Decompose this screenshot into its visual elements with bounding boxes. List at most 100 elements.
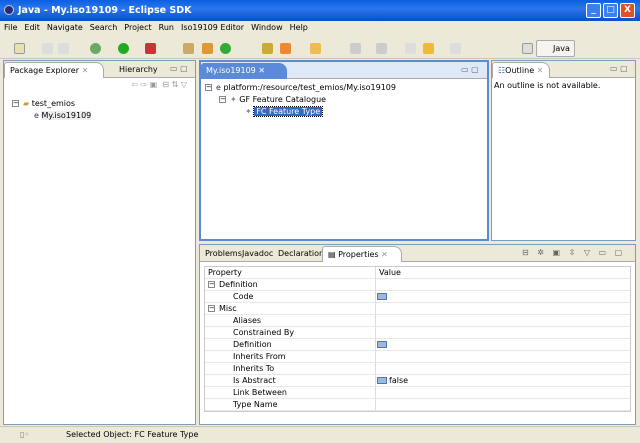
tab-outline[interactable]: ☷Outline ✕ xyxy=(492,62,550,78)
property-cell: Definition xyxy=(233,339,272,351)
property-cell: Code xyxy=(233,291,253,303)
tree-label: My.iso19109 xyxy=(41,111,92,120)
last-edit-icon[interactable] xyxy=(405,43,416,54)
property-cell: Constrained By xyxy=(233,327,294,339)
value-cell[interactable] xyxy=(377,339,389,351)
menu-help[interactable]: Help xyxy=(290,23,308,32)
table-row[interactable]: Link Between xyxy=(205,387,630,399)
table-row[interactable]: Type Name xyxy=(205,399,630,411)
editor-panel: My.iso19109 ✕ ▭ ▢ − e platform:/resource/… xyxy=(199,60,489,241)
menu-run[interactable]: Run xyxy=(159,23,174,32)
forward-icon[interactable] xyxy=(450,43,461,54)
menu-search[interactable]: Search xyxy=(90,23,117,32)
tab-label: Outline xyxy=(505,66,535,75)
open-type-icon[interactable] xyxy=(262,43,273,54)
property-cell: Is Abstract xyxy=(233,375,276,387)
menu-iso19109-editor[interactable]: Iso19109 Editor xyxy=(181,23,244,32)
open-perspective-icon[interactable] xyxy=(522,43,533,54)
tab-package-explorer[interactable]: Package Explorer ✕ xyxy=(4,62,104,78)
new-icon[interactable] xyxy=(14,43,25,54)
tree-label: test_emios xyxy=(31,99,76,108)
collapse-icon[interactable]: − xyxy=(208,281,215,288)
save-icon[interactable] xyxy=(42,43,53,54)
next-annotation-icon[interactable] xyxy=(350,43,361,54)
menu-edit[interactable]: Edit xyxy=(24,23,40,32)
close-icon[interactable]: ✕ xyxy=(82,66,89,75)
resource-icon: e xyxy=(216,83,221,92)
value-type-icon xyxy=(377,293,387,300)
collapse-icon[interactable]: − xyxy=(219,96,226,103)
minimize-view-icon[interactable]: ▭ ▢ xyxy=(170,64,188,73)
tab-properties[interactable]: ▤ Properties ✕ xyxy=(322,246,402,262)
property-label: Misc xyxy=(219,304,237,313)
table-row[interactable]: Inherits From xyxy=(205,351,630,363)
minimize-button[interactable]: _ xyxy=(586,3,601,18)
close-button[interactable]: X xyxy=(620,3,635,18)
table-row[interactable]: Is Abstract false xyxy=(205,375,630,387)
new-class-icon[interactable] xyxy=(220,43,231,54)
fast-view-icon[interactable]: ▯◦ xyxy=(20,430,29,439)
new-project-icon[interactable] xyxy=(183,43,194,54)
table-row[interactable]: − Misc xyxy=(205,303,630,315)
tree-item-test-emios[interactable]: − ▰ test_emios xyxy=(12,98,187,110)
column-header-property[interactable]: Property xyxy=(208,267,242,279)
prev-annotation-icon[interactable] xyxy=(376,43,387,54)
property-label: Definition xyxy=(219,280,258,289)
new-package-icon[interactable] xyxy=(202,43,213,54)
tab-hierarchy[interactable]: Hierarchy xyxy=(114,62,163,78)
window-title: Java - My.iso19109 - Eclipse SDK xyxy=(18,5,192,16)
properties-toolbar[interactable]: ⊟ ✲ ▣ ⇳ ▽ ▭ ▢ xyxy=(522,248,625,257)
status-bar: ▯◦ Selected Object: FC Feature Type xyxy=(0,426,640,443)
menu-navigate[interactable]: Navigate xyxy=(47,23,83,32)
tree-label: platform:/resource/test_emios/My.iso1910… xyxy=(223,83,396,92)
menu-window[interactable]: Window xyxy=(251,23,283,32)
property-cell: − Misc xyxy=(208,303,237,315)
menu-file[interactable]: File xyxy=(4,23,17,32)
java-perspective-button[interactable]: Java xyxy=(536,40,575,57)
maximize-button[interactable]: □ xyxy=(603,3,618,18)
property-label: Aliases xyxy=(233,316,262,325)
tab-my-iso19109[interactable]: My.iso19109 ✕ xyxy=(201,63,287,79)
back-icon[interactable] xyxy=(423,43,434,54)
close-icon[interactable]: ✕ xyxy=(258,66,265,75)
run-icon[interactable] xyxy=(118,43,129,54)
open-folder-icon[interactable] xyxy=(310,43,321,54)
minimize-view-icon[interactable]: ▭ ▢ xyxy=(461,65,479,74)
property-label: Definition xyxy=(233,340,272,349)
table-row[interactable]: Code xyxy=(205,291,630,303)
table-row[interactable]: Constrained By xyxy=(205,327,630,339)
value-cell[interactable]: false xyxy=(377,375,408,387)
property-label: Constrained By xyxy=(233,328,295,337)
table-header: Property Value xyxy=(205,267,630,279)
table-row[interactable]: − Definition xyxy=(205,279,630,291)
debug-icon[interactable] xyxy=(90,43,101,54)
tree-label: GF Feature Catalogue xyxy=(239,95,327,104)
value-cell[interactable] xyxy=(377,291,389,303)
external-tools-icon[interactable] xyxy=(145,43,156,54)
search-icon[interactable] xyxy=(280,43,291,54)
close-icon[interactable]: ✕ xyxy=(537,66,544,75)
print-icon[interactable] xyxy=(58,43,69,54)
package-explorer-panel: Package Explorer ✕ Hierarchy ▭ ▢ ⇦ ⇨ ▣ ⊟… xyxy=(3,60,196,425)
tree-item-root[interactable]: − e platform:/resource/test_emios/My.iso1… xyxy=(205,82,483,94)
tree-item-catalogue[interactable]: − ✦ GF Feature Catalogue xyxy=(205,94,483,106)
tree-item-my-iso19109[interactable]: e My.iso19109 xyxy=(12,110,187,122)
collapse-icon[interactable]: − xyxy=(208,305,215,312)
table-row[interactable]: Definition xyxy=(205,339,630,351)
close-icon[interactable]: ✕ xyxy=(381,250,388,259)
table-row[interactable]: Aliases xyxy=(205,315,630,327)
properties-table: Property Value − Definition Code − Misc Alias… xyxy=(204,266,631,412)
table-row[interactable]: Inherits To xyxy=(205,363,630,375)
column-header-value[interactable]: Value xyxy=(379,267,401,279)
property-cell: Inherits To xyxy=(233,363,274,375)
menu-project[interactable]: Project xyxy=(124,23,151,32)
collapse-icon[interactable]: − xyxy=(205,84,212,91)
property-label: Type Name xyxy=(233,400,278,409)
tab-declaration[interactable]: Declaration xyxy=(273,246,329,262)
properties-icon: ▤ xyxy=(328,250,336,259)
tree-item-feature-type[interactable]: ✦ FC Feature Type xyxy=(205,106,483,118)
tree-label: FC Feature Type xyxy=(253,106,324,117)
property-cell: Link Between xyxy=(233,387,287,399)
minimize-view-icon[interactable]: ▭ ▢ xyxy=(610,64,628,73)
collapse-icon[interactable]: − xyxy=(12,100,19,107)
